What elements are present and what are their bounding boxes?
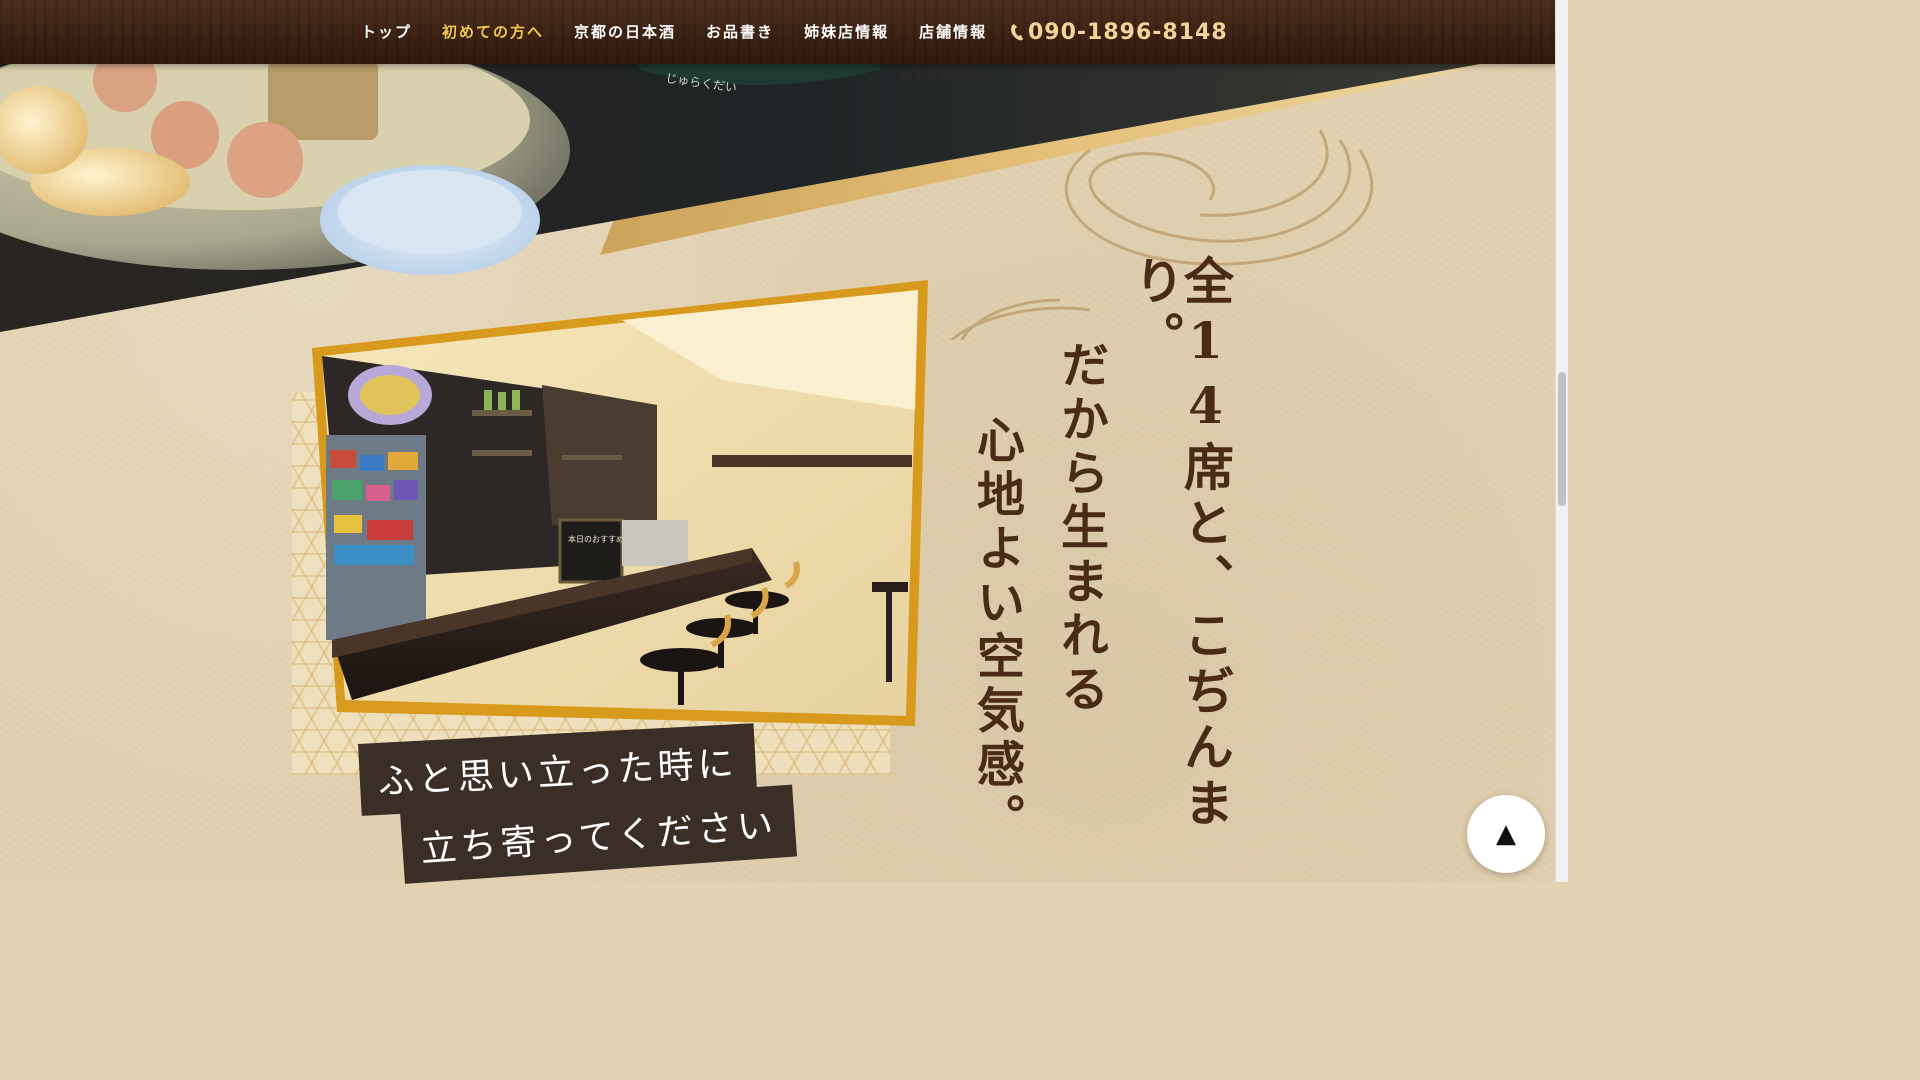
nav-item-store-info[interactable]: 店舗情報: [904, 0, 1002, 64]
nav-item-menu[interactable]: お品書き: [691, 0, 789, 64]
nav-item-top[interactable]: トップ: [346, 0, 427, 64]
scrollbar-thumb[interactable]: [1558, 372, 1566, 506]
page-scrollbar[interactable]: [1555, 0, 1568, 882]
headline-line-1: 全14席と、こぢんまり。: [1126, 255, 1235, 833]
header-nav-bar: トップ 初めての方へ 京都の日本酒 お品書き 姉妹店情報 店舗情報 090-18…: [0, 0, 1556, 64]
phone-number: 090-1896-8148: [1028, 19, 1228, 45]
nav-item-sister-store[interactable]: 姉妹店情報: [789, 0, 904, 64]
store-interior-photo: 本日のおすすめ: [312, 280, 928, 726]
phone-icon: [1011, 24, 1023, 41]
headline-line-2: だから生まれる: [1052, 340, 1108, 718]
nav-item-kyoto-sake[interactable]: 京都の日本酒: [559, 0, 691, 64]
back-to-top-button[interactable]: ▲: [1467, 795, 1545, 873]
main-nav: トップ 初めての方へ 京都の日本酒 お品書き 姉妹店情報 店舗情報: [346, 0, 1002, 64]
phone-link[interactable]: 090-1896-8148: [1010, 0, 1228, 64]
up-arrow-icon: ▲: [1496, 819, 1516, 849]
headline-line-3: 心地よい空気感。: [968, 415, 1024, 847]
nav-item-first-time[interactable]: 初めての方へ: [427, 0, 559, 64]
intro-snippet: みてください。: [898, 68, 996, 83]
menu-board-text: 本日のおすすめ: [568, 534, 624, 544]
